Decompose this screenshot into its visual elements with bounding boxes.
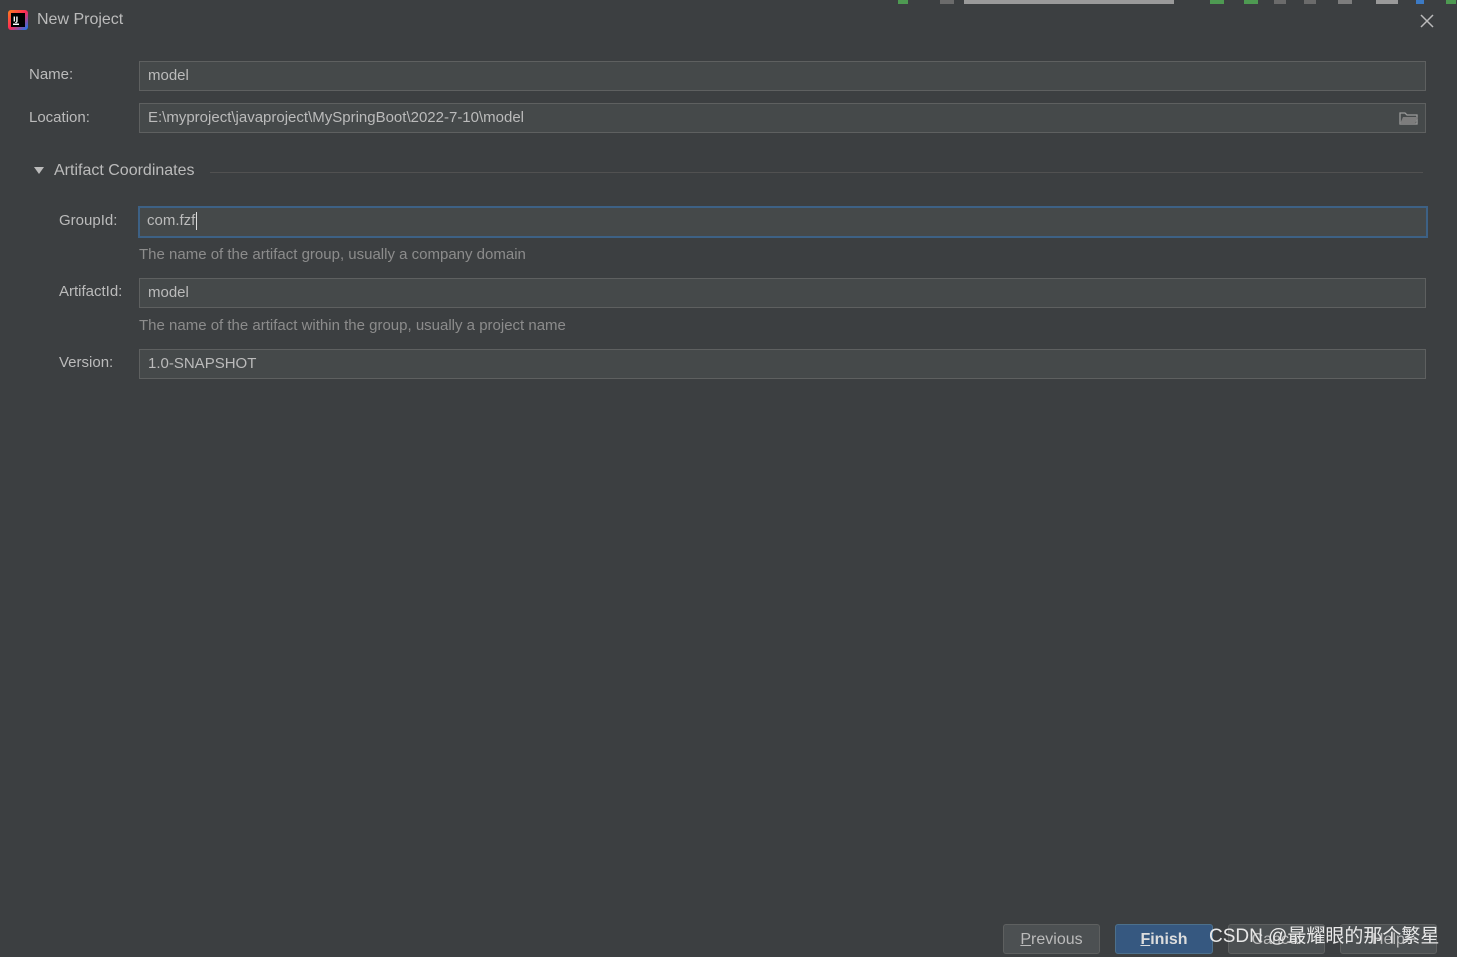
name-input[interactable]: model <box>139 61 1426 91</box>
groupid-value: com.fzf <box>147 212 196 229</box>
finish-button[interactable]: Finish <box>1115 924 1213 954</box>
browse-folder-icon[interactable] <box>1399 110 1419 126</box>
title-bar: IJ New Project <box>0 0 1457 42</box>
svg-text:IJ: IJ <box>13 16 18 24</box>
artifact-coordinates-title[interactable]: Artifact Coordinates <box>54 161 195 181</box>
intellij-logo-icon: IJ <box>8 10 28 30</box>
window-title: New Project <box>37 11 124 28</box>
groupid-input[interactable]: com.fzf <box>138 206 1428 238</box>
name-label: Name: <box>29 66 74 83</box>
text-caret <box>196 212 198 231</box>
collapse-triangle-icon[interactable] <box>33 166 45 176</box>
artifactid-hint: The name of the artifact within the grou… <box>139 317 566 334</box>
location-label: Location: <box>29 109 90 126</box>
artifactid-label: ArtifactId: <box>59 283 123 300</box>
background-window-strip <box>880 0 1457 4</box>
location-input[interactable]: E:\myproject\javaproject\MySpringBoot\20… <box>139 103 1426 133</box>
artifactid-input[interactable]: model <box>139 278 1426 308</box>
groupid-hint: The name of the artifact group, usually … <box>139 246 526 263</box>
version-label: Version: <box>59 354 114 371</box>
location-value: E:\myproject\javaproject\MySpringBoot\20… <box>148 109 525 126</box>
version-input[interactable]: 1.0-SNAPSHOT <box>139 349 1426 379</box>
csdn-watermark: CSDN @最耀眼的那个繁星 <box>1209 926 1440 947</box>
groupid-label: GroupId: <box>59 212 118 229</box>
previous-button[interactable]: Previous <box>1003 924 1100 954</box>
close-icon[interactable] <box>1416 10 1438 32</box>
section-divider <box>210 172 1423 173</box>
